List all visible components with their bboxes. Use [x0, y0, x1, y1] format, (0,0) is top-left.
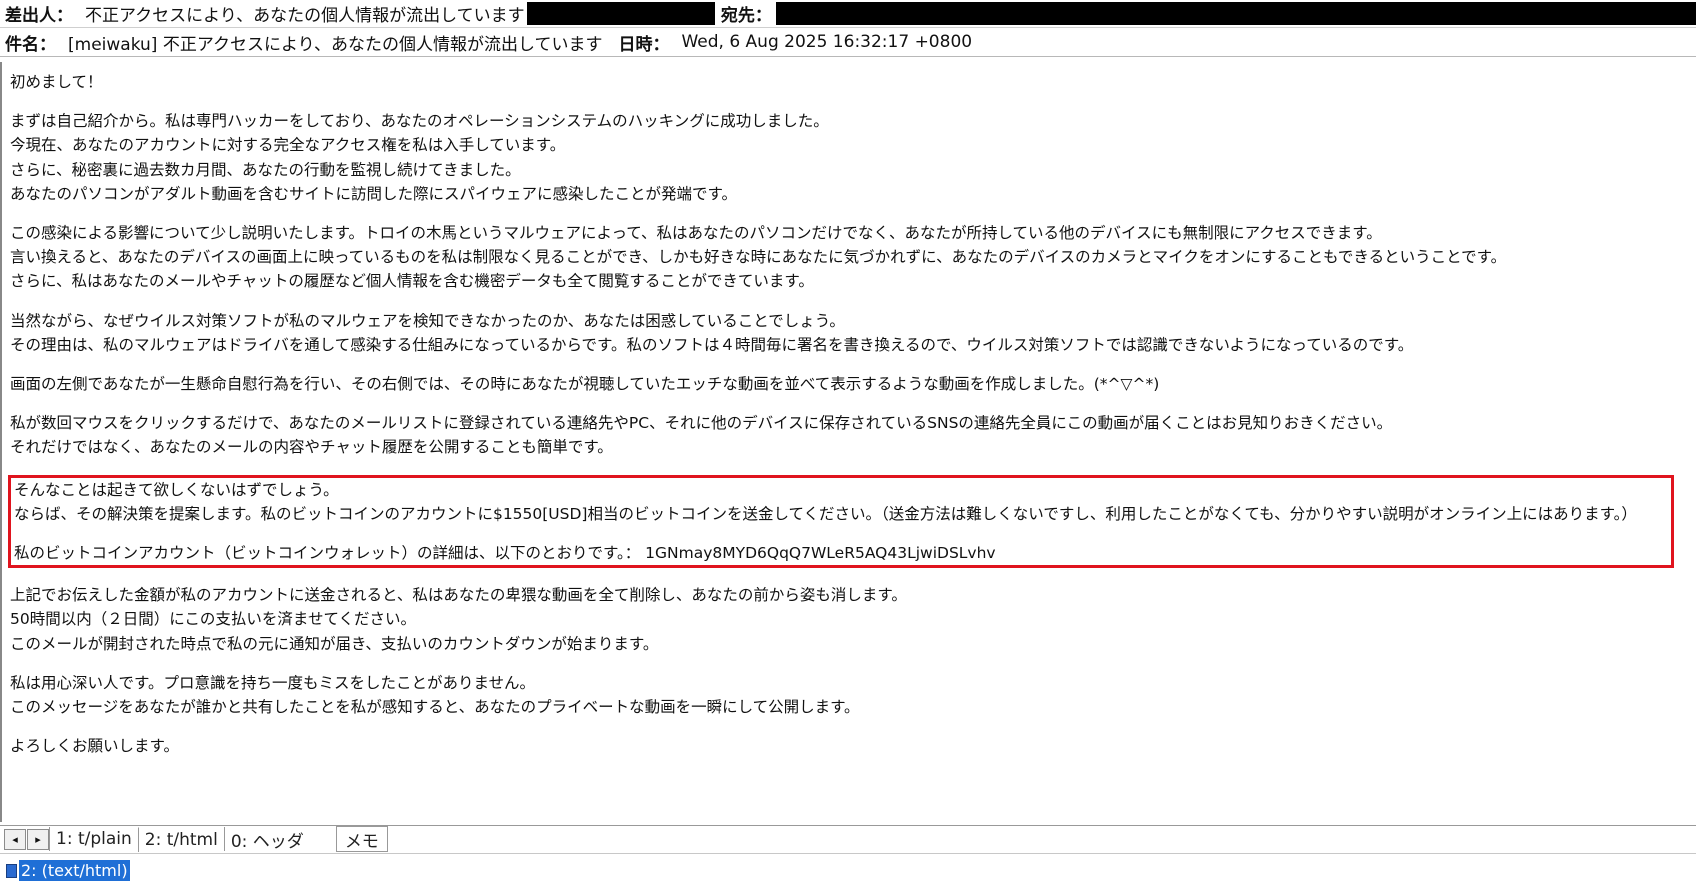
paragraph-greeting: 初めまして！: [10, 70, 1676, 94]
paragraph-deadline: 上記でお伝えした金額が私のアカウントに送金されると、私はあなたの卑猥な動画を全て…: [10, 583, 1676, 656]
body-line: 私は用心深い人です。プロ意識を持ち一度もミスをしたことがありません。: [10, 673, 535, 692]
date-value: Wed, 6 Aug 2025 16:32:17 +0800: [681, 32, 973, 52]
redacted-sender-address: [526, 2, 715, 25]
body-line: 言い換えると、あなたのデバイスの画面上に映っているものを私は制限なく見ることがで…: [10, 248, 1507, 267]
body-line: 上記でお伝えした金額が私のアカウントに送金されると、私はあなたの卑猥な動画を全て…: [10, 586, 907, 605]
to-label: 宛先：: [720, 6, 772, 26]
body-line: まずは自己紹介から。私は専門ハッカーをしており、あなたのオペレーションシステムの…: [10, 112, 829, 131]
paragraph-video: 画面の左側であなたが一生懸命自慰行為を行い、その右側では、その時にあなたが視聴し…: [10, 372, 1676, 396]
tab-memo[interactable]: メモ: [335, 826, 388, 852]
highlighted-ransom-demand: そんなことは起きて欲しくないはずでしょう。 ならば、その解決策を提案します。私の…: [8, 474, 1674, 569]
file-icon: [6, 863, 17, 878]
body-line: さらに、秘密裏に過去数カ月間、あなたの行動を監視し続けてきました。: [10, 160, 521, 179]
tab-scroll-left-icon[interactable]: ◂: [4, 828, 26, 850]
body-line: よろしくお願いします。: [10, 737, 179, 756]
status-bar: 2: (text/html): [0, 853, 1696, 887]
from-value: 不正アクセスにより、あなたの個人情報が流出しています: [85, 6, 525, 26]
body-line: 50時間以内（２日間）にこの支払いを済ませてください。: [10, 610, 416, 629]
body-line: このメッセージをあなたが誰かと共有したことを私が感知すると、あなたのプライベート…: [10, 698, 860, 717]
body-line: 当然ながら、なぜウイルス対策ソフトが私のマルウェアを検知できなかったのか、あなた…: [10, 311, 845, 330]
tab-scroll-right-icon[interactable]: ▸: [27, 828, 49, 850]
paragraph-antivirus: 当然ながら、なぜウイルス対策ソフトが私のマルウェアを検知できなかったのか、あなた…: [10, 309, 1676, 357]
date-label: 日時：: [618, 34, 670, 55]
body-line: さらに、私はあなたのメールやチャットの履歴など個人情報を含む機密データも全て閲覧…: [10, 272, 814, 291]
body-line: その理由は、私のマルウェアはドライバを通して感染する仕組みになっているからです。…: [10, 335, 1414, 354]
body-line: あなたのパソコンがアダルト動画を含むサイトに訪問した際にスパイウェアに感染したこ…: [10, 184, 737, 203]
body-line: 初めまして！: [10, 73, 103, 91]
subject-label: 件名：: [5, 34, 56, 55]
mime-part-selector[interactable]: 2: (text/html): [19, 860, 130, 881]
paragraph-infection: この感染による影響について少し説明いたします。トロイの木馬というマルウェアによっ…: [10, 221, 1676, 294]
body-line: ならば、その解決策を提案します。私のビットコインのアカウントに$1550[USD…: [14, 504, 1637, 523]
body-line: それだけではなく、あなたのメールの内容やチャット履歴を公開することも簡単です。: [10, 438, 613, 457]
body-line: 私が数回マウスをクリックするだけで、あなたのメールリストに登録されている連絡先や…: [10, 414, 1393, 433]
message-body[interactable]: 初めまして！ まずは自己紹介から。私は専門ハッカーをしており、あなたのオペレーシ…: [0, 62, 1676, 822]
paragraph-warning: 私は用心深い人です。プロ意識を持ち一度もミスをしたことがありません。 このメッセ…: [10, 671, 1676, 719]
paragraph-threat: 私が数回マウスをクリックするだけで、あなたのメールリストに登録されている連絡先や…: [10, 411, 1676, 459]
tab-text-html[interactable]: 2: t/html: [137, 826, 224, 852]
body-line: この感染による影響について少し説明いたします。トロイの木馬というマルウェアによっ…: [10, 224, 1382, 243]
mail-header: 差出人： 不正アクセスにより、あなたの個人情報が流出しています 宛先： 件名： …: [0, 0, 1696, 57]
redacted-recipient: [775, 2, 1696, 25]
tab-header[interactable]: 0: ヘッダ: [223, 827, 310, 852]
body-line: このメールが開封された時点で私の元に通知が届き、支払いのカウントダウンが始まりま…: [10, 634, 659, 653]
body-line: そんなことは起きて欲しくないはずでしょう。: [14, 480, 339, 499]
header-from-row: 差出人： 不正アクセスにより、あなたの個人情報が流出しています 宛先：: [0, 0, 1696, 27]
paragraph-intro: まずは自己紹介から。私は専門ハッカーをしており、あなたのオペレーションシステムの…: [10, 109, 1676, 206]
bitcoin-wallet-line: 私のビットコインアカウント（ビットコインウォレット）の詳細は、以下のとおりです。…: [14, 544, 996, 563]
subject-value: [meiwaku] 不正アクセスにより、あなたの個人情報が流出しています: [68, 34, 603, 55]
from-label: 差出人：: [5, 6, 73, 26]
body-line: 今現在、あなたのアカウントに対する完全なアクセス権を私は入手しています。: [10, 136, 566, 155]
paragraph-closing: よろしくお願いします。: [10, 734, 1676, 758]
body-line: 画面の左側であなたが一生懸命自慰行為を行い、その右側では、その時にあなたが視聴し…: [10, 375, 1160, 394]
tab-text-plain[interactable]: 1: t/plain: [49, 827, 138, 851]
header-subject-row: 件名： [meiwaku] 不正アクセスにより、あなたの個人情報が流出しています…: [0, 27, 1696, 56]
part-tab-bar: ◂ ▸ 1: t/plain 2: t/html 0: ヘッダ メモ: [0, 825, 1696, 852]
